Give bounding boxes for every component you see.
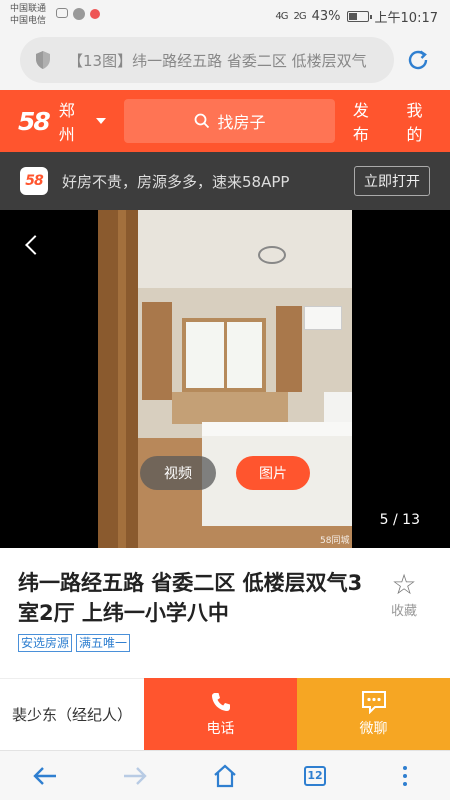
photo-window bbox=[182, 318, 266, 392]
signal-2g-icon: 2G bbox=[293, 11, 307, 22]
mine-link[interactable]: 我的 bbox=[406, 97, 438, 145]
back-button[interactable] bbox=[25, 756, 65, 796]
gallery-back-icon[interactable] bbox=[25, 235, 45, 255]
open-app-button[interactable]: 立即打开 bbox=[354, 166, 430, 196]
home-icon bbox=[214, 764, 236, 787]
photo-desk bbox=[172, 392, 288, 424]
battery-icon bbox=[346, 11, 372, 22]
listing-tags: 安选房源 满五唯一 bbox=[18, 634, 432, 652]
tab-count: 12 bbox=[304, 765, 326, 786]
notification-icons bbox=[56, 8, 100, 20]
listing-detail: 纬一路经五路 省委二区 低楼层双气3室2厅 上纬一小学八中 ☆ 收藏 安选房源 … bbox=[0, 548, 450, 681]
search-button[interactable]: 找房子 bbox=[124, 99, 335, 143]
app-notification-icon bbox=[90, 9, 100, 19]
health-icon bbox=[56, 8, 68, 18]
photo-door bbox=[98, 210, 138, 548]
search-icon bbox=[194, 113, 209, 129]
carrier-info: 中国联通 中国电信 bbox=[10, 3, 46, 27]
photo-counter: 5 / 13 bbox=[379, 512, 420, 528]
menu-button[interactable] bbox=[385, 756, 425, 796]
battery-percent: 43% bbox=[311, 9, 341, 24]
favorite-button[interactable]: ☆ 收藏 bbox=[388, 568, 420, 620]
room-photo[interactable] bbox=[98, 210, 352, 548]
browser-url-bar: 【13图】纬一路经五路 省委二区 低楼层双气 bbox=[0, 30, 450, 90]
photo-bookshelf-right bbox=[276, 306, 302, 392]
app-logo: 58 bbox=[20, 167, 48, 195]
chat-label: 微聊 bbox=[359, 721, 388, 737]
star-icon: ☆ bbox=[391, 568, 417, 601]
search-label: 找房子 bbox=[217, 113, 266, 132]
photo-gallery[interactable]: 视频 图片 5 / 13 58同城 bbox=[0, 210, 450, 548]
tag-tax: 满五唯一 bbox=[76, 634, 131, 652]
app-download-banner: 58 好房不贵，房源多多，速来58APP 立即打开 bbox=[0, 152, 450, 210]
browser-nav-bar: 12 bbox=[0, 750, 450, 800]
tabs-button[interactable]: 12 bbox=[295, 756, 335, 796]
url-text: 【13图】纬一路经五路 省委二区 低楼层双气 bbox=[68, 51, 367, 70]
home-button[interactable] bbox=[205, 756, 245, 796]
picture-tab[interactable]: 图片 bbox=[236, 456, 310, 490]
chevron-down-icon bbox=[96, 118, 107, 124]
video-tab[interactable]: 视频 bbox=[140, 456, 216, 490]
reload-button[interactable] bbox=[398, 40, 438, 80]
agent-name[interactable]: 裴少东（经纪人） bbox=[0, 678, 144, 750]
photo-ceiling-lamp bbox=[258, 246, 286, 264]
more-vertical-icon bbox=[403, 765, 407, 786]
city-selector[interactable]: 郑州 bbox=[58, 97, 107, 145]
signal-4g-icon: 4G bbox=[275, 11, 288, 22]
phone-icon bbox=[211, 693, 230, 711]
message-icon bbox=[73, 8, 85, 20]
tag-verified: 安选房源 bbox=[18, 634, 73, 652]
carrier-1: 中国联通 bbox=[10, 4, 47, 14]
call-button[interactable]: 电话 bbox=[144, 678, 297, 750]
photo-bookshelf-left bbox=[142, 302, 172, 400]
app-banner-text: 好房不贵，房源多多，速来58APP bbox=[62, 172, 290, 191]
status-bar: 中国联通 中国电信 4G 2G 43% 上午10:17 bbox=[0, 0, 450, 30]
system-status: 4G 2G 43% 上午10:17 bbox=[275, 7, 438, 26]
shield-icon bbox=[36, 51, 50, 69]
call-label: 电话 bbox=[206, 721, 235, 737]
city-label: 郑州 bbox=[58, 101, 75, 144]
listing-title: 纬一路经五路 省委二区 低楼层双气3室2厅 上纬一小学八中 bbox=[18, 571, 363, 625]
arrow-right-icon bbox=[124, 766, 147, 785]
photo-watermark: 58同城 bbox=[320, 536, 350, 546]
arrow-left-icon bbox=[33, 766, 56, 785]
carrier-2: 中国电信 bbox=[10, 16, 47, 26]
chat-button[interactable]: 微聊 bbox=[297, 678, 450, 750]
reload-icon bbox=[408, 50, 428, 70]
photo-air-conditioner bbox=[304, 306, 342, 330]
clock: 上午10:17 bbox=[374, 11, 438, 26]
contact-bar: 裴少东（经纪人） 电话 微聊 bbox=[0, 678, 450, 750]
address-field[interactable]: 【13图】纬一路经五路 省委二区 低楼层双气 bbox=[20, 37, 394, 83]
publish-link[interactable]: 发布 bbox=[353, 97, 385, 145]
chat-icon bbox=[361, 691, 386, 714]
site-logo[interactable]: 58 bbox=[18, 107, 51, 136]
favorite-label: 收藏 bbox=[390, 604, 417, 619]
forward-button[interactable] bbox=[115, 756, 155, 796]
site-header: 58 郑州 找房子 发布 我的 bbox=[0, 90, 450, 152]
battery-fill bbox=[348, 13, 358, 20]
